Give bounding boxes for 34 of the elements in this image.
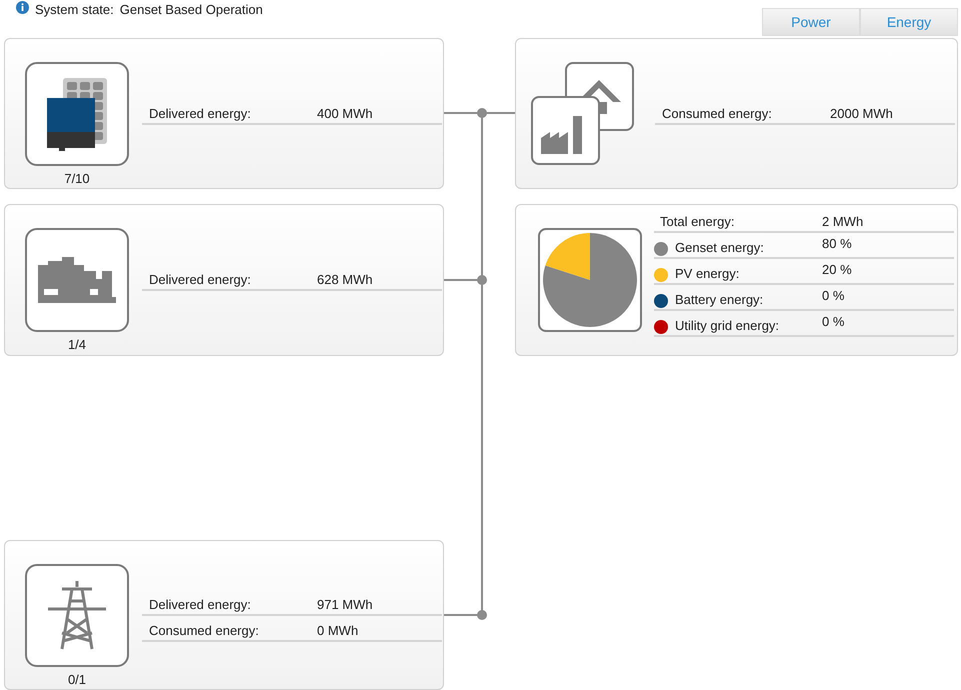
field-label: Genset energy:	[674, 238, 765, 257]
field-label: PV energy:	[674, 264, 740, 283]
field-value: 2000 MWh	[830, 104, 893, 122]
inverter-panel-icon	[45, 76, 109, 152]
field-label: Delivered energy:	[149, 270, 252, 289]
field-label: Utility grid energy:	[674, 316, 780, 335]
field-value: 0 %	[822, 312, 844, 330]
tab[interactable]: Energy	[860, 8, 958, 36]
field-label: Consumed energy:	[662, 104, 773, 123]
field-label: Consumed energy:	[149, 622, 260, 640]
system-state-value: Genset Based Operation	[120, 1, 263, 19]
field-label: Delivered energy:	[149, 104, 252, 123]
device-count: 1/4	[68, 336, 86, 354]
power-pylon-icon	[46, 579, 108, 652]
field-value: 2 MWh	[822, 212, 864, 230]
generator-icon	[38, 255, 116, 305]
field-label: Delivered energy:	[149, 596, 252, 614]
field-label: Battery energy:	[674, 290, 764, 309]
field-value: 628 MWh	[317, 270, 373, 288]
field-value: 0 %	[822, 286, 844, 304]
device-count: 0/1	[68, 670, 86, 688]
device-count: 7/10	[64, 170, 90, 188]
field-value: 400 MWh	[317, 104, 373, 122]
device-tile[interactable]	[25, 62, 129, 166]
field-value: 971 MWh	[317, 596, 373, 614]
field-value: 0 MWh	[317, 622, 358, 640]
device-tile[interactable]	[25, 228, 129, 332]
field-value: 80 %	[822, 234, 852, 252]
device-tile[interactable]	[25, 564, 129, 666]
field-label: Total energy:	[660, 212, 736, 231]
system-state-label: System state:	[35, 1, 114, 19]
field-value: 20 %	[822, 260, 852, 278]
house-factory-icon[interactable]	[531, 62, 635, 166]
tab[interactable]: Power	[762, 8, 860, 36]
